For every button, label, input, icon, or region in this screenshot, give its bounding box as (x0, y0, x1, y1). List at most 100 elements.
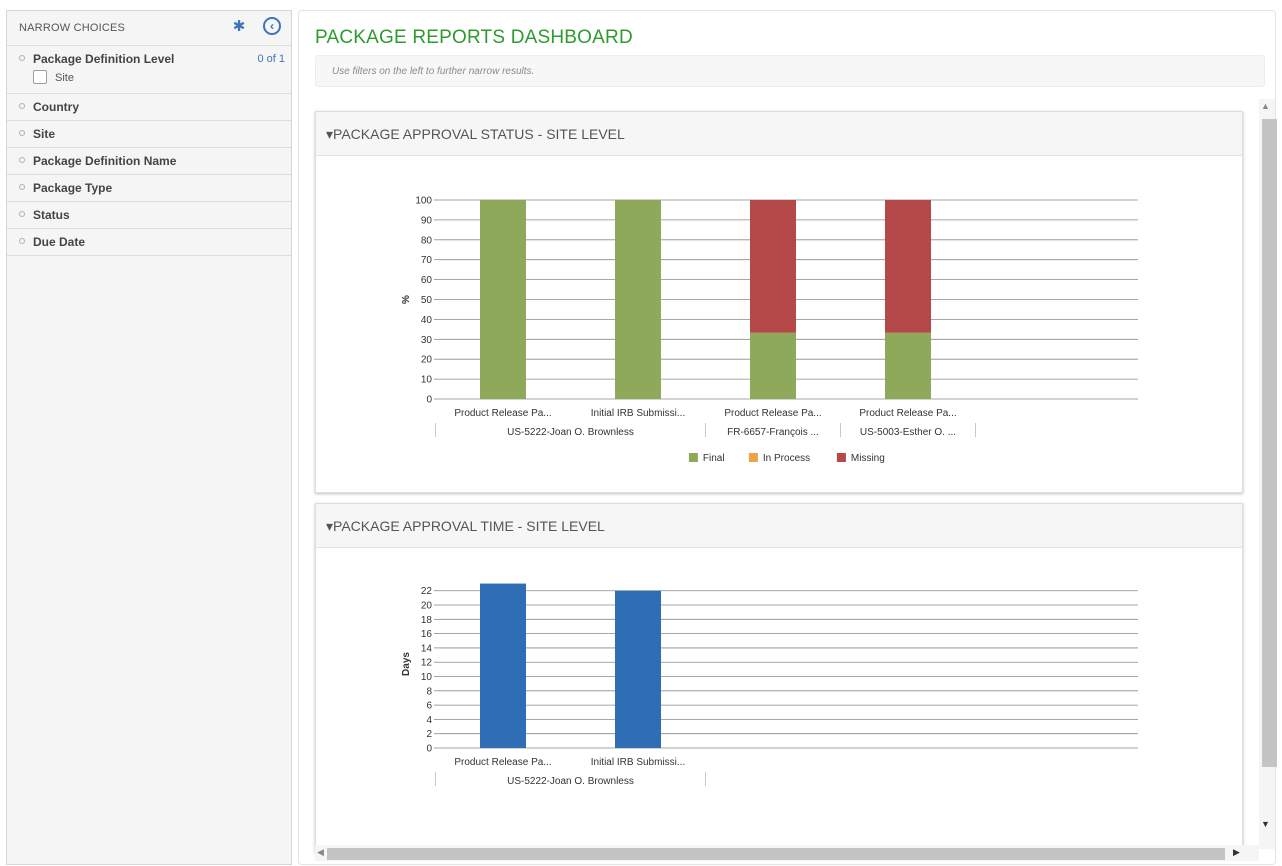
scrollbar-thumb[interactable] (1262, 119, 1277, 767)
reports-scroll-area: ▾PACKAGE APPROVAL STATUS - SITE LEVEL 01… (315, 99, 1277, 861)
x-group-label: US-5222-Joan O. Brownless (507, 776, 634, 787)
facet-label: Due Date (33, 235, 86, 249)
bar (615, 200, 661, 399)
panel-title: ▾PACKAGE APPROVAL STATUS - SITE LEVEL (326, 126, 625, 143)
panel-title: ▾PACKAGE APPROVAL TIME - SITE LEVEL (326, 518, 605, 535)
approval-time-chart: 0 2 4 6 8 10 12 14 16 18 20 22 Days Product Release P… (401, 583, 1138, 787)
main-content: PACKAGE REPORTS DASHBOARD Use filters on… (298, 10, 1277, 865)
facet-bullet-icon (19, 157, 25, 163)
x-category-label: Product Release Pa... (454, 408, 551, 419)
facet-package-type[interactable]: Package Type (7, 175, 291, 202)
facet-label: Package Definition Name (33, 154, 177, 168)
legend-swatch (836, 453, 846, 462)
y-axis-title: % (401, 295, 412, 304)
bar (750, 332, 796, 399)
horizontal-scrollbar[interactable]: ◀ ▶ (315, 845, 1259, 861)
scrollbar-thumb[interactable] (327, 848, 1225, 860)
y-tick-label: 30 (421, 335, 433, 346)
site-checkbox[interactable] (33, 70, 47, 84)
scroll-up-icon[interactable]: ▲ (1261, 101, 1270, 111)
x-category-label: Initial IRB Submissi... (591, 757, 685, 768)
facet-label: Package Type (33, 181, 113, 195)
facet-label: Package Definition Level (33, 52, 175, 66)
hint-bar: Use filters on the left to further narro… (315, 55, 1265, 87)
facet-country[interactable]: Country (7, 94, 291, 121)
y-tick-label: 10 (421, 375, 433, 386)
facet-label: Status (33, 208, 70, 222)
scroll-right-icon[interactable]: ▶ (1233, 847, 1240, 858)
legend-label: In Process (763, 453, 810, 464)
legend-swatch (748, 453, 758, 462)
x-category-label: Product Release Pa... (724, 408, 821, 419)
legend-label: Final (703, 453, 725, 464)
y-tick-label: 12 (421, 658, 433, 669)
facet-option-label: Site (55, 72, 74, 84)
hint-text: Use filters on the left to further narro… (332, 66, 535, 77)
x-category-label: Product Release Pa... (454, 757, 551, 768)
y-tick-label: 70 (421, 255, 433, 266)
facet-bullet-icon (19, 130, 25, 136)
page-title: PACKAGE REPORTS DASHBOARD (315, 27, 633, 48)
y-tick-label: 60 (421, 275, 433, 286)
facet-bullet-icon (19, 103, 25, 109)
caret-down-icon: ▾ (326, 126, 334, 142)
y-tick-label: 4 (426, 715, 432, 726)
y-tick-label: 14 (421, 643, 433, 654)
facet-site[interactable]: Site (7, 121, 291, 148)
y-tick-label: 10 (421, 672, 433, 683)
panel-header[interactable]: ▾PACKAGE APPROVAL STATUS - SITE LEVEL (316, 112, 1242, 156)
y-tick-label: 2 (426, 729, 432, 740)
facet-bullet-icon (19, 238, 25, 244)
panel-header[interactable]: ▾PACKAGE APPROVAL TIME - SITE LEVEL (316, 504, 1242, 548)
sidebar-header: NARROW CHOICES ✱ ‹ (7, 11, 291, 46)
panel-title-text: PACKAGE APPROVAL STATUS - SITE LEVEL (333, 126, 625, 142)
y-tick-label: 18 (421, 615, 433, 626)
facet-label: Site (33, 127, 56, 141)
bar (480, 583, 526, 748)
y-tick-label: 90 (421, 215, 433, 226)
bar (615, 590, 661, 748)
facet-bullet-icon (19, 211, 25, 217)
bar (750, 200, 796, 333)
x-group-label: US-5222-Joan O. Brownless (507, 427, 634, 438)
x-category-label: Product Release Pa... (859, 408, 956, 419)
y-tick-label: 40 (421, 315, 433, 326)
facet-due-date[interactable]: Due Date (7, 229, 291, 256)
y-tick-label: 100 (415, 196, 432, 207)
facet-package-definition-level[interactable]: Package Definition Level 0 of 1 Site (7, 46, 291, 94)
y-axis-title: Days (401, 652, 412, 676)
approval-status-chart: 0 10 20 30 40 50 60 70 80 90 100% Product Release P… (401, 196, 1138, 464)
facet-count: 0 of 1 (257, 53, 285, 65)
vertical-scrollbar[interactable]: ▲ ▼ (1259, 99, 1277, 849)
y-tick-label: 80 (421, 235, 433, 246)
facet-package-definition-name[interactable]: Package Definition Name (7, 148, 291, 175)
y-tick-label: 16 (421, 629, 433, 640)
x-group-label: US-5003-Esther O. ... (860, 427, 956, 438)
y-tick-label: 22 (421, 586, 433, 597)
gear-icon[interactable]: ✱ (231, 19, 247, 35)
facet-label: Country (33, 100, 79, 114)
facet-status[interactable]: Status (7, 202, 291, 229)
caret-down-icon: ▾ (326, 518, 334, 534)
bar (885, 200, 931, 333)
facet-bullet-icon (19, 55, 25, 61)
scroll-left-icon[interactable]: ◀ (317, 847, 324, 858)
scroll-down-icon[interactable]: ▼ (1261, 819, 1270, 829)
facet-bullet-icon (19, 184, 25, 190)
panel-title-text: PACKAGE APPROVAL TIME - SITE LEVEL (333, 518, 605, 534)
y-tick-label: 6 (426, 701, 432, 712)
chevron-left-circle-icon[interactable]: ‹ (263, 17, 281, 35)
y-tick-label: 20 (421, 601, 433, 612)
bar (885, 332, 931, 399)
x-group-label: FR-6657-François ... (727, 427, 819, 438)
y-tick-label: 0 (426, 744, 432, 755)
y-tick-label: 20 (421, 355, 433, 366)
bar (480, 200, 526, 399)
narrow-choices-sidebar: NARROW CHOICES ✱ ‹ Package Definition Le… (6, 10, 292, 865)
legend-swatch (688, 453, 698, 462)
y-tick-label: 50 (421, 295, 433, 306)
approval-time-panel: ▾PACKAGE APPROVAL TIME - SITE LEVEL 0 2 4 6… (315, 503, 1243, 853)
y-tick-label: 0 (426, 395, 432, 406)
approval-status-panel: ▾PACKAGE APPROVAL STATUS - SITE LEVEL 0 1… (315, 111, 1243, 493)
legend-label: Missing (851, 453, 885, 464)
